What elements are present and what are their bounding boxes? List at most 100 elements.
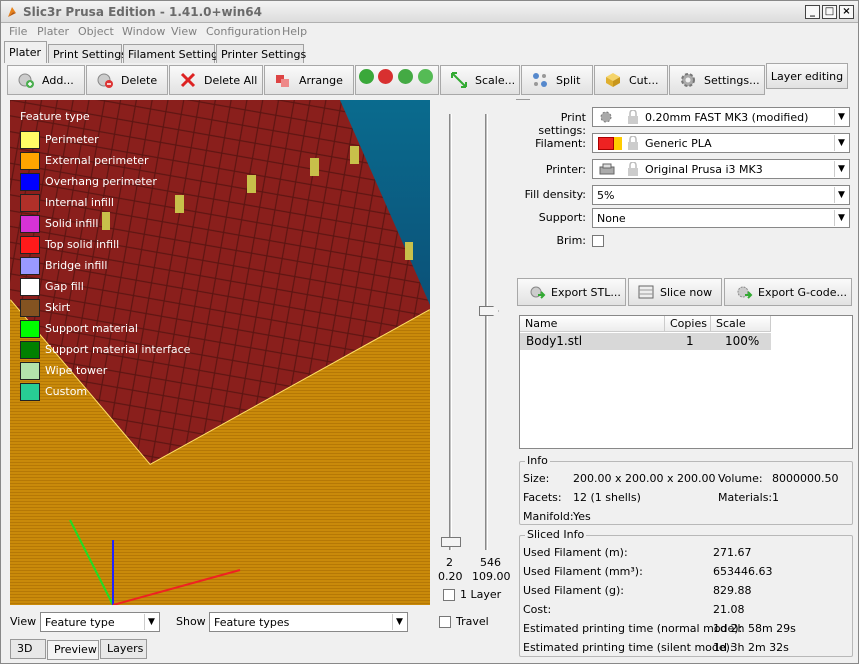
tab-preview[interactable]: Preview xyxy=(47,640,99,660)
legend-item: Custom xyxy=(20,381,190,402)
tab-print-settings[interactable]: Print Settings xyxy=(48,44,127,63)
delete-all-button[interactable]: Delete All xyxy=(169,65,263,95)
export-gcode-icon xyxy=(737,286,753,299)
legend-item: Perimeter xyxy=(20,129,190,150)
tab-printer-settings[interactable]: Printer Settings xyxy=(216,44,306,63)
maximize-button[interactable]: □ xyxy=(822,5,837,19)
chevron-down-icon: ▼ xyxy=(834,187,848,203)
slice-now-button[interactable]: Slice now xyxy=(628,278,722,306)
printer-select[interactable]: Original Prusa i3 MK3 ▼ xyxy=(592,159,850,179)
info-group: Info Size: 200.00 x 200.00 x 200.00 Volu… xyxy=(519,454,853,525)
legend-item: Overhang perimeter xyxy=(20,171,190,192)
preview-viewport[interactable]: Feature type Perimeter External perimete… xyxy=(10,100,430,605)
tab-plater[interactable]: Plater xyxy=(4,41,47,63)
legend-label: Solid infill xyxy=(45,217,99,230)
gear-icon xyxy=(600,111,612,123)
split-button[interactable]: Split xyxy=(521,65,593,95)
export-stl-label: Export STL... xyxy=(551,285,621,299)
tab-3d[interactable]: 3D xyxy=(10,639,46,659)
legend-item: Top solid infill xyxy=(20,234,190,255)
menu-configuration[interactable]: Configuration xyxy=(206,25,281,38)
column-header-name[interactable]: Name xyxy=(520,316,665,332)
menu-object[interactable]: Object xyxy=(78,25,114,38)
legend-label: Skirt xyxy=(45,301,71,314)
fill-density-select[interactable]: 5% ▼ xyxy=(592,185,850,205)
legend-title: Feature type xyxy=(20,110,90,123)
travel-checkbox[interactable] xyxy=(439,616,451,628)
column-header-scale[interactable]: Scale xyxy=(711,316,771,332)
rotate-left-icon[interactable] xyxy=(398,69,413,84)
chevron-down-icon: ▼ xyxy=(834,161,848,177)
delete-label: Delete xyxy=(121,73,158,87)
cut-label: Cut... xyxy=(629,73,659,87)
scale-button[interactable]: Scale... xyxy=(440,65,520,95)
legend-label: Internal infill xyxy=(45,196,114,209)
tab-layers[interactable]: Layers xyxy=(100,639,147,659)
settings-button[interactable]: Settings... xyxy=(669,65,765,95)
view-select-value: Feature type xyxy=(45,616,115,629)
used-filament-m-value: 271.67 xyxy=(713,546,752,559)
delete-button[interactable]: Delete xyxy=(86,65,168,95)
top-layer-track[interactable] xyxy=(485,114,488,550)
legend-item: Support material xyxy=(20,318,190,339)
menu-help[interactable]: Help xyxy=(282,25,307,38)
menu-window[interactable]: Window xyxy=(122,25,165,38)
travel-label: Travel xyxy=(456,615,489,628)
legend-swatch xyxy=(20,151,40,170)
rotate-right-icon[interactable] xyxy=(418,69,433,84)
top-layer-z: 109.00 xyxy=(472,570,511,583)
info-title: Info xyxy=(525,454,550,467)
show-select[interactable]: Feature types ▼ xyxy=(209,612,408,632)
legend-item: Wipe tower xyxy=(20,360,190,381)
legend-label: Custom xyxy=(45,385,88,398)
minimize-button[interactable]: _ xyxy=(805,5,820,19)
fill-density-value: 5% xyxy=(597,189,615,202)
cut-button[interactable]: Cut... xyxy=(594,65,668,95)
legend-label: Wipe tower xyxy=(45,364,108,377)
menu-plater[interactable]: Plater xyxy=(37,25,69,38)
filament-select[interactable]: Generic PLA ▼ xyxy=(592,133,850,153)
menu-file[interactable]: File xyxy=(9,25,27,38)
legend-label: Perimeter xyxy=(45,133,99,146)
view-select[interactable]: Feature type ▼ xyxy=(40,612,160,632)
table-row[interactable]: Body1.stl 1 100% xyxy=(520,333,771,350)
view-label: View xyxy=(10,615,37,628)
main-window: Slic3r Prusa Edition - 1.41.0+win64 _ □ … xyxy=(0,0,859,664)
bottom-layer-track[interactable] xyxy=(449,114,452,550)
export-gcode-button[interactable]: Export G-code... xyxy=(724,278,852,306)
one-layer-label: 1 Layer xyxy=(460,588,502,601)
used-filament-g-label: Used Filament (g): xyxy=(523,584,624,597)
time-silent-value: 1d 3h 2m 32s xyxy=(713,641,789,654)
chevron-down-icon: ▼ xyxy=(834,210,848,226)
time-normal-value: 1d 2h 58m 29s xyxy=(713,622,796,635)
menu-view[interactable]: View xyxy=(171,25,197,38)
print-settings-select[interactable]: 0.20mm FAST MK3 (modified) ▼ xyxy=(592,107,850,127)
lock-icon xyxy=(628,110,638,124)
export-stl-button[interactable]: Export STL... xyxy=(517,278,626,306)
volume-value: 8000000.50 xyxy=(772,472,839,485)
legend-item: Solid infill xyxy=(20,213,190,234)
object-list[interactable]: Name Copies Scale Body1.stl 1 100% xyxy=(519,315,853,449)
column-header-copies[interactable]: Copies xyxy=(665,316,711,332)
slic3r-logo-icon xyxy=(8,7,16,17)
legend-label: External perimeter xyxy=(45,154,149,167)
cost-value: 21.08 xyxy=(713,603,745,616)
bottom-layer-thumb[interactable] xyxy=(441,537,461,547)
legend-label: Support material xyxy=(45,322,138,335)
add-button[interactable]: Add... xyxy=(7,65,85,95)
one-layer-checkbox[interactable] xyxy=(443,589,455,601)
decrease-copies-icon[interactable] xyxy=(378,69,393,84)
increase-copies-icon[interactable] xyxy=(359,69,374,84)
legend-label: Top solid infill xyxy=(45,238,120,251)
legend-label: Bridge infill xyxy=(45,259,108,272)
tab-filament-settings[interactable]: Filament Settings xyxy=(123,44,224,63)
close-button[interactable]: × xyxy=(839,5,854,19)
arrange-button[interactable]: Arrange xyxy=(264,65,354,95)
layer-editing-button[interactable]: Layer editing xyxy=(766,63,848,89)
sliced-info-title: Sliced Info xyxy=(525,528,587,541)
top-layer-thumb[interactable] xyxy=(479,306,499,316)
printer-label: Printer: xyxy=(545,163,586,176)
brim-checkbox[interactable] xyxy=(592,235,604,247)
support-select[interactable]: None ▼ xyxy=(592,208,850,228)
split-icon xyxy=(533,73,547,87)
